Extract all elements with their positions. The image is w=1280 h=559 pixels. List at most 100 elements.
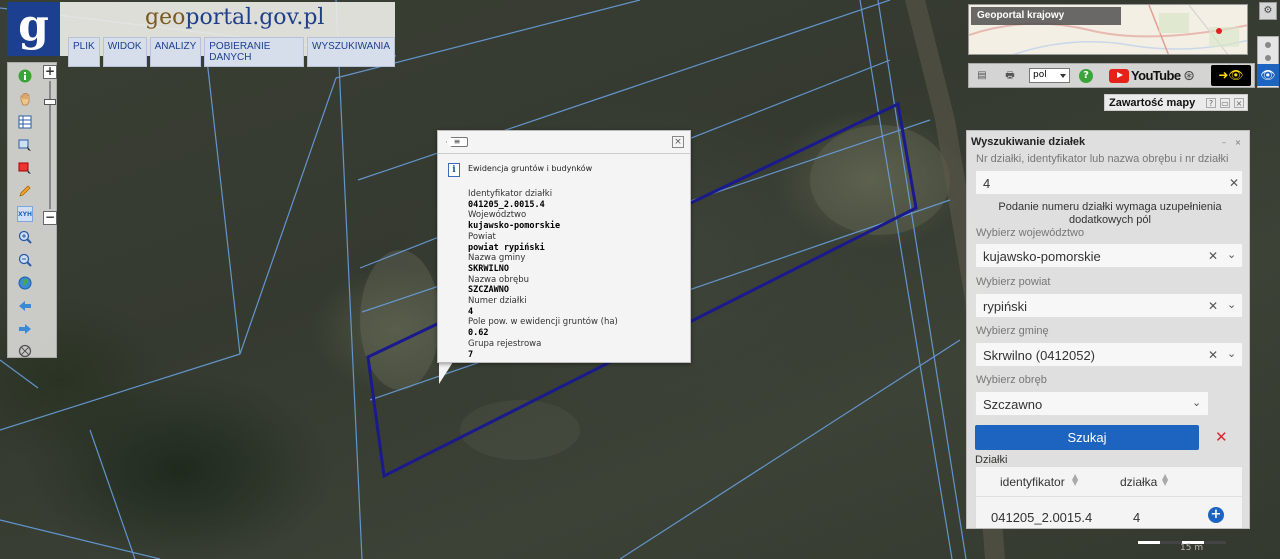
forward-arrow-icon[interactable] [17,321,33,337]
commune-select[interactable]: Skrwilno (0412052) ✕ ⌄ [975,342,1243,367]
field-value: SKRWILNO [468,263,509,274]
commune-value: Skrwilno (0412052) [983,348,1096,363]
rail-dot-icon[interactable] [1265,42,1271,48]
accessibility-icon[interactable]: ⊛ [1182,69,1196,83]
restore-icon[interactable]: ▭ [1220,98,1230,108]
panel-title: Wyszukiwanie działek [971,136,1086,148]
printer-icon[interactable]: 🖶 [1003,69,1017,83]
youtube-link[interactable]: YouTube [1109,68,1181,83]
print-layout-icon[interactable]: ▤ [975,69,989,83]
high-contrast-eye-icon[interactable]: ➜👁 [1211,65,1251,86]
field-value: SZCZAWNO [468,285,509,296]
field-label: Numer działki [468,296,527,307]
add-parcel-icon[interactable]: + [1208,507,1224,523]
layers-table-icon[interactable] [17,114,33,130]
info-icon[interactable] [17,68,33,84]
clear-selection-icon[interactable] [17,160,33,176]
chevron-down-icon[interactable]: ⌄ [1227,248,1236,261]
clear-icon[interactable]: ✕ [1208,348,1218,362]
full-extent-icon[interactable] [17,343,33,359]
clear-icon[interactable]: ✕ [1208,249,1218,263]
main-menu: PLIK WIDOK ANALIZY POBIERANIE DANYCH WYS… [68,37,395,67]
map-contents-panel[interactable]: Zawartość mapy ? ▭ × [1104,94,1248,111]
menu-widok[interactable]: WIDOK [102,37,147,67]
menu-pobieranie-danych[interactable]: POBIERANIE DANYCH [204,37,305,67]
help-icon[interactable]: ? [1206,98,1216,108]
scale-label: 15 m [1180,543,1204,553]
field-label: Grupa rejestrowa [468,338,542,349]
brand-part2: portal.gov.pl [185,5,325,30]
popup-pointer [439,362,453,384]
parcel-number-note: Podanie numeru działki wymaga uzupełnien… [998,201,1222,226]
county-label: Wybierz powiat [976,276,1051,288]
field-label: Województwo [468,210,527,221]
select-area-icon[interactable] [17,137,33,153]
clear-form-icon[interactable]: ✕ [1215,429,1228,445]
rail-dot-icon[interactable] [1265,55,1271,61]
field-label: Powiat [468,231,496,242]
brand-title: geoportal.gov.pl [145,5,324,30]
tools-bar: ▤ 🖶 pol ? YouTube ⊛ ➜👁 [968,63,1255,88]
eye-icon[interactable]: 👁 [1257,64,1279,86]
field-value: 4 [468,306,474,317]
menu-plik[interactable]: PLIK [68,37,100,67]
settings-gear-icon[interactable]: ⚙ [1259,2,1277,20]
precinct-select[interactable]: Szczawno ⌄ [975,391,1209,416]
clear-icon[interactable]: ✕ [1208,299,1218,313]
column-header-dzialka[interactable]: działka [1120,475,1157,489]
voivodeship-select[interactable]: kujawsko-pomorskie ✕ ⌄ [975,243,1243,268]
sort-icon[interactable]: ▲ ▼ [1072,473,1078,487]
search-button[interactable]: Szukaj [975,425,1199,450]
map-contents-title: Zawartość mapy [1109,97,1196,109]
field-label: Nazwa obrębu [468,274,529,285]
parcel-search-panel: Wyszukiwanie działek – × Nr działki, ide… [966,130,1250,529]
globe-icon[interactable] [17,275,33,291]
menu-wyszukiwania[interactable]: WYSZUKIWANIA [307,37,395,67]
county-select[interactable]: rypiński ✕ ⌄ [975,293,1243,318]
youtube-play-icon [1109,68,1129,83]
popup-close-icon[interactable]: × [672,136,684,148]
zoom-minus-button[interactable]: − [43,211,57,225]
results-label: Działki [975,454,1008,466]
brand-part1: geo [145,5,186,30]
help-icon[interactable]: ? [1079,69,1093,83]
parcel-query-input[interactable]: 4 ✕ [975,170,1243,195]
back-arrow-icon[interactable] [17,298,33,314]
left-toolbar: XYH + − [7,62,57,358]
zoom-in-icon[interactable] [17,229,33,245]
xyh-coordinates-icon[interactable]: XYH [17,206,33,222]
query-label: Nr działki, identyfikator lub nazwa obrę… [976,153,1229,165]
precinct-label: Wybierz obręb [976,374,1047,386]
clear-input-icon[interactable]: ✕ [1229,176,1239,190]
chevron-down-icon[interactable]: ⌄ [1192,396,1201,409]
zoom-plus-button[interactable]: + [43,65,57,79]
minimize-icon[interactable]: – [1219,138,1229,148]
zoom-knob[interactable] [44,99,56,105]
field-label: Nazwa gminy [468,253,526,264]
close-icon[interactable]: × [1233,138,1243,148]
results-table: identyfikator ▲ ▼ działka ▲ ▼ 041205_2.001… [975,466,1243,528]
info-icon: i [448,163,460,177]
field-label: Pole pow. w ewidencji gruntów (ha) [468,317,618,328]
menu-analizy[interactable]: ANALIZY [149,37,202,67]
overview-map-title: Geoportal krajowy [971,7,1121,25]
chevron-down-icon[interactable]: ⌄ [1227,347,1236,360]
precinct-value: Szczawno [983,397,1043,412]
zoom-slider[interactable]: + − [42,63,58,227]
language-select[interactable]: pol [1029,68,1070,83]
popup-menu-icon[interactable]: ≡ [446,137,468,147]
table-divider [976,496,1242,497]
close-icon[interactable]: × [1234,98,1244,108]
pan-hand-icon[interactable] [17,91,33,107]
geoportal-logo[interactable]: g [7,2,60,56]
feature-info-popup: ≡ × i Ewidencja gruntów i budynków Ident… [437,130,691,363]
logo-letter: g [18,0,49,51]
zoom-out-icon[interactable] [17,252,33,268]
sort-icon[interactable]: ▲ ▼ [1162,473,1168,487]
overview-map[interactable]: Geoportal krajowy [968,4,1248,55]
column-header-identyfikator[interactable]: identyfikator [1000,475,1065,489]
chevron-down-icon[interactable]: ⌄ [1227,298,1236,311]
draw-pencil-icon[interactable] [17,183,33,199]
voivodeship-value: kujawsko-pomorskie [983,249,1101,264]
county-value: rypiński [983,299,1028,314]
